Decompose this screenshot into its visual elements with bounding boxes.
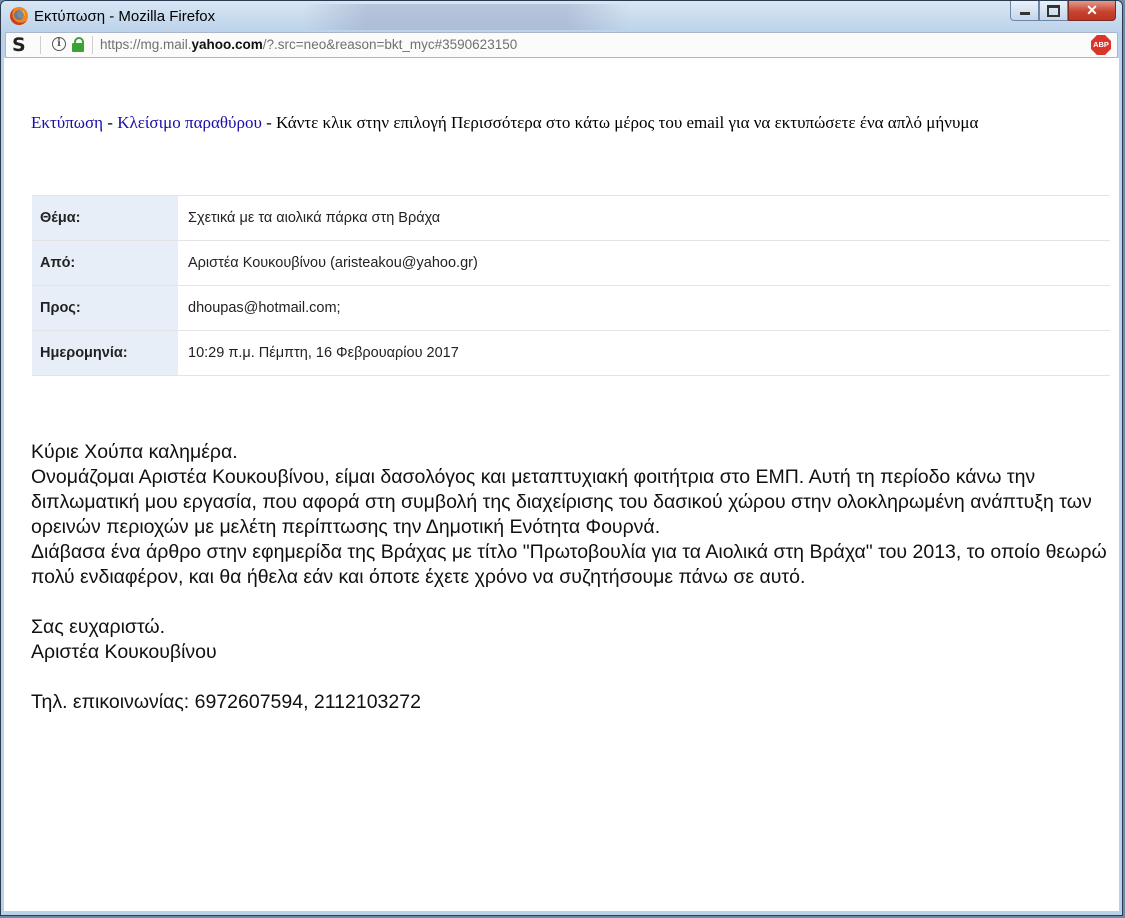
close-button[interactable]: ✕ [1068,1,1116,21]
date-label: Ημερομηνία: [32,330,178,376]
email-body: Κύριε Χούπα καλημέρα. Ονομάζομαι Αριστέα… [31,440,1111,715]
table-row: Ημερομηνία: 10:29 π.μ. Πέμπτη, 16 Φεβρου… [32,330,1110,376]
url-text[interactable]: https://mg.mail.yahoo.com/?.src=neo&reas… [100,37,517,52]
print-bar: Εκτύπωση - Κλείσιμο παραθύρου - Κάντε κλ… [31,113,979,132]
address-bar[interactable]: S i https://mg.mail.yahoo.com/?.src=neo&… [5,32,1118,58]
s-extension-icon[interactable]: S [12,34,26,56]
subject-value: Σχετικά με τα αιολικά πάρκα στη Βράχα [188,210,441,226]
firefox-icon [10,7,28,25]
to-label: Προς: [32,285,178,331]
table-row: Θέμα: Σχετικά με τα αιολικά πάρκα στη Βρ… [32,195,1110,241]
minimize-button[interactable] [1010,1,1039,21]
date-value: 10:29 π.μ. Πέμπτη, 16 Φεβρουαρίου 2017 [188,345,459,361]
table-row: Προς: dhoupas@hotmail.com; [32,285,1110,331]
from-label: Από: [32,240,178,286]
greeting: Κύριε Χούπα καλημέρα. [31,441,238,463]
minimize-icon [1019,12,1030,15]
divider [92,36,93,54]
print-instruction: - Κάντε κλικ στην επιλογή Περισσότερα στ… [261,113,979,132]
table-row: Από: Αριστέα Κουκουβίνου (aristeakou@yah… [32,240,1110,286]
from-value: Αριστέα Κουκουβίνου (aristeakou@yahoo.gr… [188,255,478,271]
body-paragraph-2: Διάβασα ένα άρθρο στην εφημερίδα της Βρά… [31,541,1107,588]
browser-window: Εκτύπωση - Mozilla Firefox ✕ S i https:/… [0,0,1123,916]
background-tab [301,4,631,30]
window-controls: ✕ [1010,1,1116,23]
body-paragraph-1: Ονομάζομαι Αριστέα Κουκουβίνου, είμαι δα… [31,466,1092,538]
subject-label: Θέμα: [32,195,178,241]
to-value: dhoupas@hotmail.com; [188,300,341,316]
window-title: Εκτύπωση - Mozilla Firefox [34,8,216,25]
adblock-icon[interactable]: ABP [1091,35,1111,55]
divider [40,36,41,54]
close-window-link[interactable]: Κλείσιμο παραθύρου [117,113,262,132]
contact-line: Τηλ. επικοινωνίας: 6972607594, 211210327… [31,691,421,713]
info-icon[interactable]: i [52,37,66,51]
close-icon: ✕ [1086,2,1098,18]
page-content: Εκτύπωση - Κλείσιμο παραθύρου - Κάντε κλ… [4,58,1119,911]
maximize-button[interactable] [1039,1,1068,21]
title-bar[interactable]: Εκτύπωση - Mozilla Firefox ✕ [1,1,1122,32]
lock-icon[interactable] [72,37,84,52]
maximize-icon [1047,4,1060,17]
email-header-table: Θέμα: Σχετικά με τα αιολικά πάρκα στη Βρ… [32,195,1110,376]
thanks-line: Σας ευχαριστώ. [31,616,166,638]
print-link[interactable]: Εκτύπωση [31,113,103,132]
signature: Αριστέα Κουκουβίνου [31,641,217,663]
